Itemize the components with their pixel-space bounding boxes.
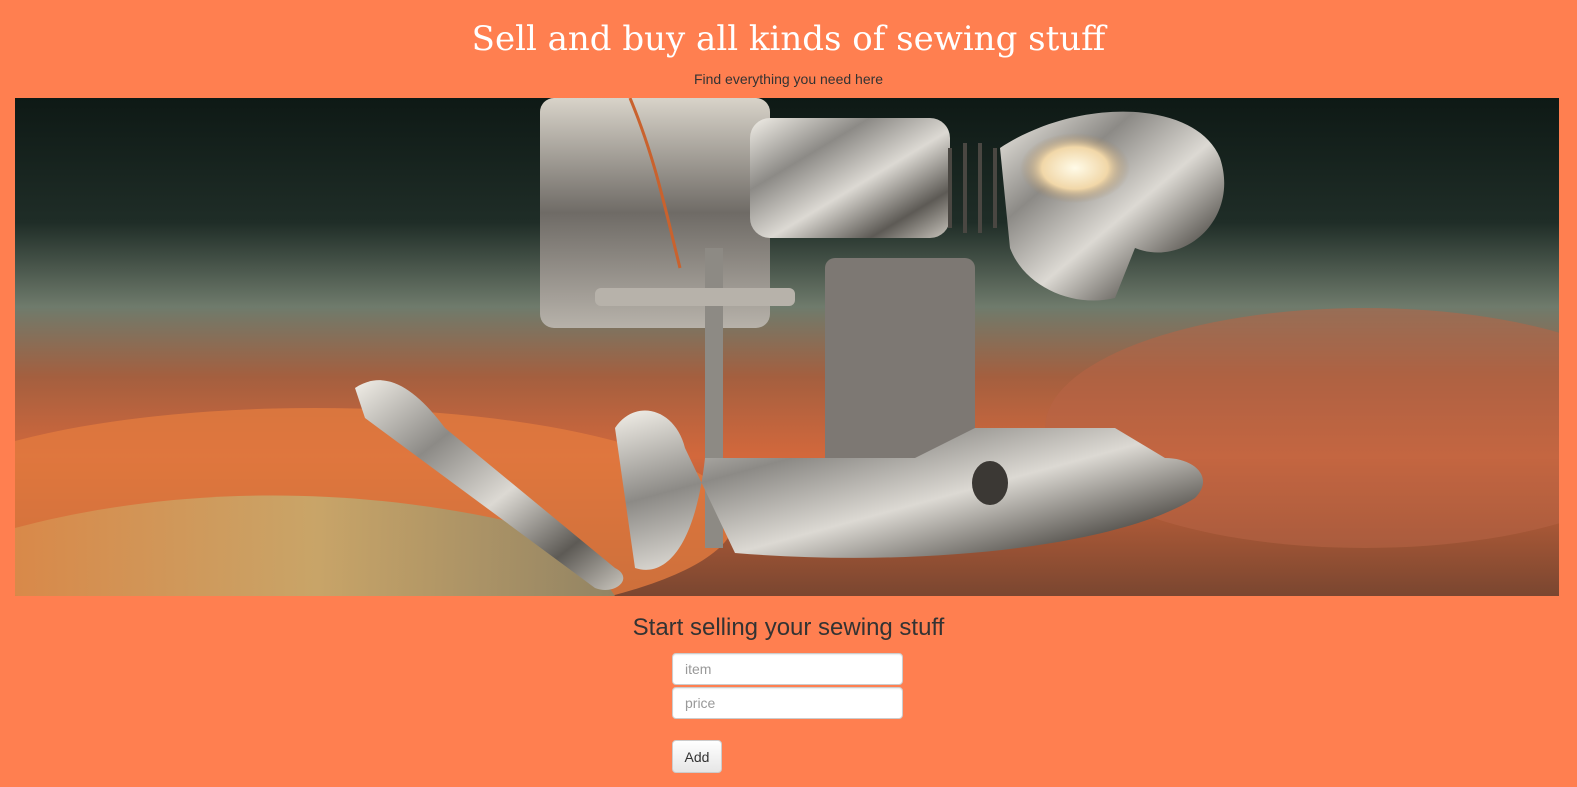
- price-input[interactable]: [672, 687, 903, 719]
- page-title: Sell and buy all kinds of sewing stuff: [471, 19, 1106, 59]
- item-input[interactable]: [672, 653, 903, 685]
- sewing-machine-photo: [15, 98, 1559, 596]
- add-button[interactable]: Add: [672, 740, 722, 773]
- sell-form-heading: Start selling your sewing stuff: [632, 614, 945, 641]
- page-subtitle: Find everything you need here: [693, 71, 884, 87]
- hero-image: [15, 98, 1559, 596]
